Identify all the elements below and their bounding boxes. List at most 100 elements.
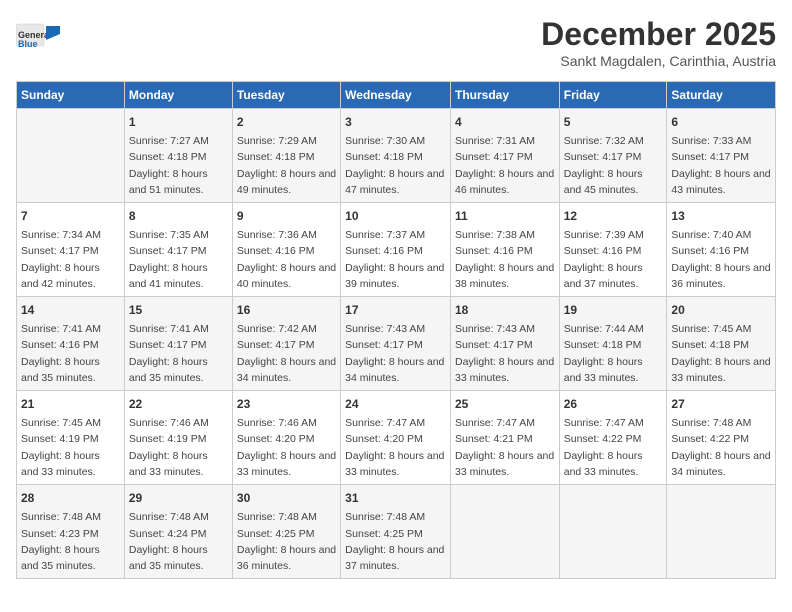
page-header: General Blue December 2025 Sankt Magdale… (16, 16, 776, 69)
day-cell (17, 109, 125, 203)
day-info: Sunrise: 7:47 AMSunset: 4:21 PMDaylight:… (455, 415, 555, 480)
header-thursday: Thursday (450, 82, 559, 109)
day-cell: 3 Sunrise: 7:30 AMSunset: 4:18 PMDaylight… (341, 109, 451, 203)
day-info: Sunrise: 7:32 AMSunset: 4:17 PMDaylight:… (564, 133, 663, 198)
week-row-0: 1Sunrise: 7:27 AMSunset: 4:18 PMDaylight… (17, 109, 776, 203)
day-number: 28 (21, 489, 120, 507)
day-cell: 25Sunrise: 7:47 AMSunset: 4:21 PMDayligh… (450, 391, 559, 485)
day-cell (559, 485, 667, 579)
day-cell: 23 Sunrise: 7:46 AMSunset: 4:20 PMDayligh… (232, 391, 340, 485)
day-cell: 6 Sunrise: 7:33 AMSunset: 4:17 PMDaylight… (667, 109, 776, 203)
header-sunday: Sunday (17, 82, 125, 109)
day-number: 3 (345, 113, 446, 131)
day-number: 30 (237, 489, 336, 507)
day-cell: 18Sunrise: 7:43 AMSunset: 4:17 PMDayligh… (450, 297, 559, 391)
day-number: 23 (237, 395, 336, 413)
calendar-header-row: SundayMondayTuesdayWednesdayThursdayFrid… (17, 82, 776, 109)
day-number: 17 (345, 301, 446, 319)
day-cell: 1Sunrise: 7:27 AMSunset: 4:18 PMDaylight… (124, 109, 232, 203)
day-info: Sunrise: 7:40 AMSunset: 4:16 PMDaylight:… (671, 227, 771, 292)
logo-icon: General Blue (16, 16, 60, 54)
day-info: Sunrise: 7:41 AMSunset: 4:16 PMDaylight:… (21, 321, 120, 386)
header-friday: Friday (559, 82, 667, 109)
day-number: 10 (345, 207, 446, 225)
header-wednesday: Wednesday (341, 82, 451, 109)
day-cell: 24 Sunrise: 7:47 AMSunset: 4:20 PMDayligh… (341, 391, 451, 485)
day-info: Sunrise: 7:45 AMSunset: 4:18 PMDaylight:… (671, 321, 771, 386)
month-title: December 2025 (541, 16, 776, 53)
day-cell: 7Sunrise: 7:34 AMSunset: 4:17 PMDaylight… (17, 203, 125, 297)
day-number: 6 (671, 113, 771, 131)
day-info: Sunrise: 7:29 AMSunset: 4:18 PMDaylight:… (237, 133, 336, 198)
day-info: Sunrise: 7:36 AMSunset: 4:16 PMDaylight:… (237, 227, 336, 292)
day-number: 16 (237, 301, 336, 319)
week-row-4: 28 Sunrise: 7:48 AMSunset: 4:23 PMDayligh… (17, 485, 776, 579)
header-monday: Monday (124, 82, 232, 109)
day-cell (667, 485, 776, 579)
day-info: Sunrise: 7:33 AMSunset: 4:17 PMDaylight:… (671, 133, 771, 198)
day-info: Sunrise: 7:37 AMSunset: 4:16 PMDaylight:… (345, 227, 446, 292)
day-number: 27 (671, 395, 771, 413)
day-cell: 27 Sunrise: 7:48 AMSunset: 4:22 PMDayligh… (667, 391, 776, 485)
day-info: Sunrise: 7:48 AMSunset: 4:23 PMDaylight:… (21, 509, 120, 574)
day-info: Sunrise: 7:38 AMSunset: 4:16 PMDaylight:… (455, 227, 555, 292)
day-info: Sunrise: 7:31 AMSunset: 4:17 PMDaylight:… (455, 133, 555, 198)
day-info: Sunrise: 7:42 AMSunset: 4:17 PMDaylight:… (237, 321, 336, 386)
week-row-3: 21Sunrise: 7:45 AMSunset: 4:19 PMDayligh… (17, 391, 776, 485)
day-number: 15 (129, 301, 228, 319)
day-number: 14 (21, 301, 120, 319)
day-info: Sunrise: 7:44 AMSunset: 4:18 PMDaylight:… (564, 321, 663, 386)
day-cell: 15Sunrise: 7:41 AMSunset: 4:17 PMDayligh… (124, 297, 232, 391)
header-saturday: Saturday (667, 82, 776, 109)
day-info: Sunrise: 7:39 AMSunset: 4:16 PMDaylight:… (564, 227, 663, 292)
day-number: 24 (345, 395, 446, 413)
day-cell: 4 Sunrise: 7:31 AMSunset: 4:17 PMDaylight… (450, 109, 559, 203)
day-cell: 30Sunrise: 7:48 AMSunset: 4:25 PMDayligh… (232, 485, 340, 579)
day-cell: 13 Sunrise: 7:40 AMSunset: 4:16 PMDayligh… (667, 203, 776, 297)
day-number: 20 (671, 301, 771, 319)
day-cell: 20 Sunrise: 7:45 AMSunset: 4:18 PMDayligh… (667, 297, 776, 391)
day-info: Sunrise: 7:48 AMSunset: 4:22 PMDaylight:… (671, 415, 771, 480)
day-number: 7 (21, 207, 120, 225)
day-number: 12 (564, 207, 663, 225)
day-cell: 9Sunrise: 7:36 AMSunset: 4:16 PMDaylight… (232, 203, 340, 297)
week-row-2: 14 Sunrise: 7:41 AMSunset: 4:16 PMDayligh… (17, 297, 776, 391)
day-cell: 2 Sunrise: 7:29 AMSunset: 4:18 PMDaylight… (232, 109, 340, 203)
day-cell: 12 Sunrise: 7:39 AMSunset: 4:16 PMDayligh… (559, 203, 667, 297)
day-number: 1 (129, 113, 228, 131)
day-number: 22 (129, 395, 228, 413)
day-info: Sunrise: 7:43 AMSunset: 4:17 PMDaylight:… (345, 321, 446, 386)
day-info: Sunrise: 7:48 AMSunset: 4:25 PMDaylight:… (345, 509, 446, 574)
day-info: Sunrise: 7:35 AMSunset: 4:17 PMDaylight:… (129, 227, 228, 292)
day-info: Sunrise: 7:48 AMSunset: 4:24 PMDaylight:… (129, 509, 228, 574)
svg-text:Blue: Blue (18, 39, 38, 49)
day-number: 4 (455, 113, 555, 131)
day-number: 5 (564, 113, 663, 131)
day-cell: 26Sunrise: 7:47 AMSunset: 4:22 PMDayligh… (559, 391, 667, 485)
day-cell: 21Sunrise: 7:45 AMSunset: 4:19 PMDayligh… (17, 391, 125, 485)
day-cell: 14 Sunrise: 7:41 AMSunset: 4:16 PMDayligh… (17, 297, 125, 391)
day-info: Sunrise: 7:47 AMSunset: 4:20 PMDaylight:… (345, 415, 446, 480)
day-number: 13 (671, 207, 771, 225)
calendar-body: 1Sunrise: 7:27 AMSunset: 4:18 PMDaylight… (17, 109, 776, 579)
day-cell: 28 Sunrise: 7:48 AMSunset: 4:23 PMDayligh… (17, 485, 125, 579)
day-info: Sunrise: 7:30 AMSunset: 4:18 PMDaylight:… (345, 133, 446, 198)
day-number: 18 (455, 301, 555, 319)
title-area: December 2025 Sankt Magdalen, Carinthia,… (541, 16, 776, 69)
day-number: 29 (129, 489, 228, 507)
day-cell: 22 Sunrise: 7:46 AMSunset: 4:19 PMDayligh… (124, 391, 232, 485)
day-cell: 19Sunrise: 7:44 AMSunset: 4:18 PMDayligh… (559, 297, 667, 391)
header-tuesday: Tuesday (232, 82, 340, 109)
day-cell: 10 Sunrise: 7:37 AMSunset: 4:16 PMDayligh… (341, 203, 451, 297)
day-cell: 16 Sunrise: 7:42 AMSunset: 4:17 PMDayligh… (232, 297, 340, 391)
location-title: Sankt Magdalen, Carinthia, Austria (541, 53, 776, 69)
day-number: 2 (237, 113, 336, 131)
day-info: Sunrise: 7:46 AMSunset: 4:20 PMDaylight:… (237, 415, 336, 480)
day-cell (450, 485, 559, 579)
day-cell: 17 Sunrise: 7:43 AMSunset: 4:17 PMDayligh… (341, 297, 451, 391)
day-cell: 11Sunrise: 7:38 AMSunset: 4:16 PMDayligh… (450, 203, 559, 297)
day-info: Sunrise: 7:46 AMSunset: 4:19 PMDaylight:… (129, 415, 228, 480)
day-info: Sunrise: 7:45 AMSunset: 4:19 PMDaylight:… (21, 415, 120, 480)
day-cell: 31Sunrise: 7:48 AMSunset: 4:25 PMDayligh… (341, 485, 451, 579)
day-number: 8 (129, 207, 228, 225)
